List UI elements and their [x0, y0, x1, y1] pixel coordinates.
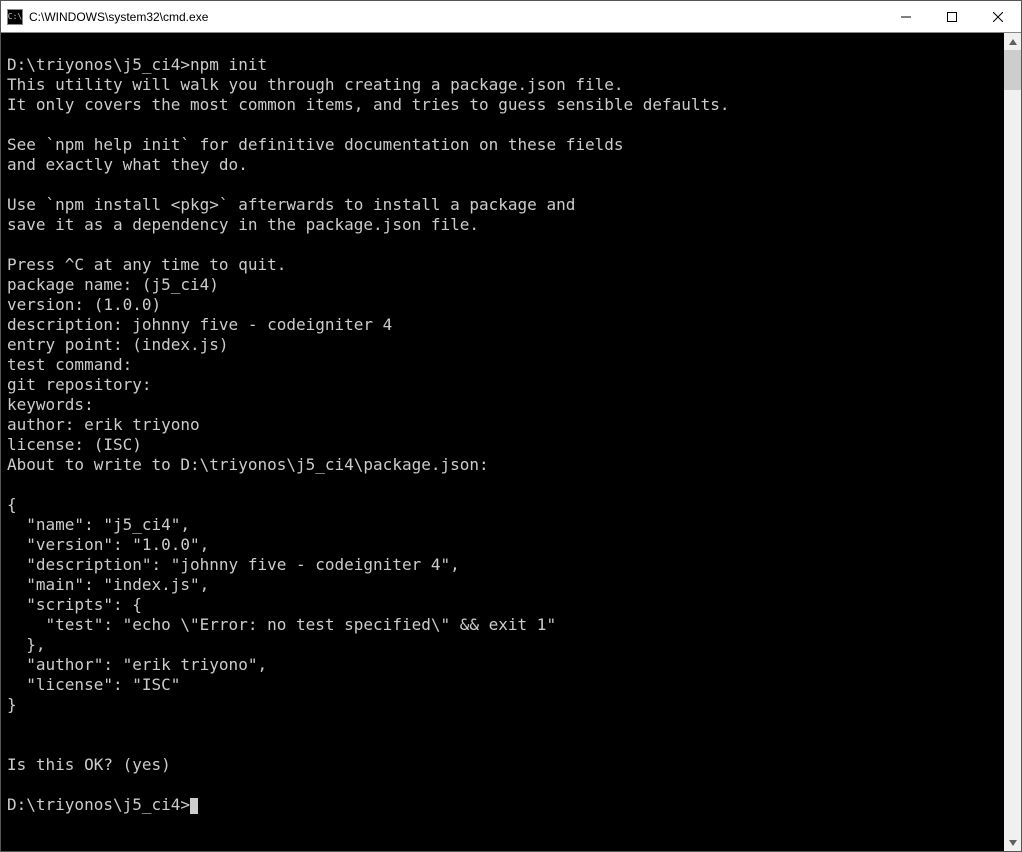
scrollbar-track[interactable]: [1004, 50, 1021, 834]
command-prompt-window: C:\ C:\WINDOWS\system32\cmd.exe D:\triyo…: [0, 0, 1022, 852]
maximize-icon: [947, 12, 957, 22]
minimize-icon: [901, 12, 911, 22]
vertical-scrollbar[interactable]: [1004, 33, 1021, 851]
arrow-down-icon: [1009, 840, 1017, 846]
titlebar[interactable]: C:\ C:\WINDOWS\system32\cmd.exe: [1, 1, 1021, 33]
window-title: C:\WINDOWS\system32\cmd.exe: [29, 10, 208, 24]
terminal-output[interactable]: D:\triyonos\j5_ci4>npm init This utility…: [1, 33, 1004, 851]
scrollbar-thumb[interactable]: [1004, 50, 1021, 90]
cmd-icon: C:\: [7, 9, 23, 25]
scrollbar-down-arrow[interactable]: [1004, 834, 1021, 851]
scrollbar-up-arrow[interactable]: [1004, 33, 1021, 50]
terminal-area: D:\triyonos\j5_ci4>npm init This utility…: [1, 33, 1021, 851]
cursor: [190, 798, 198, 814]
arrow-up-icon: [1009, 39, 1017, 45]
close-button[interactable]: [975, 1, 1021, 32]
minimize-button[interactable]: [883, 1, 929, 32]
maximize-button[interactable]: [929, 1, 975, 32]
close-icon: [993, 12, 1003, 22]
